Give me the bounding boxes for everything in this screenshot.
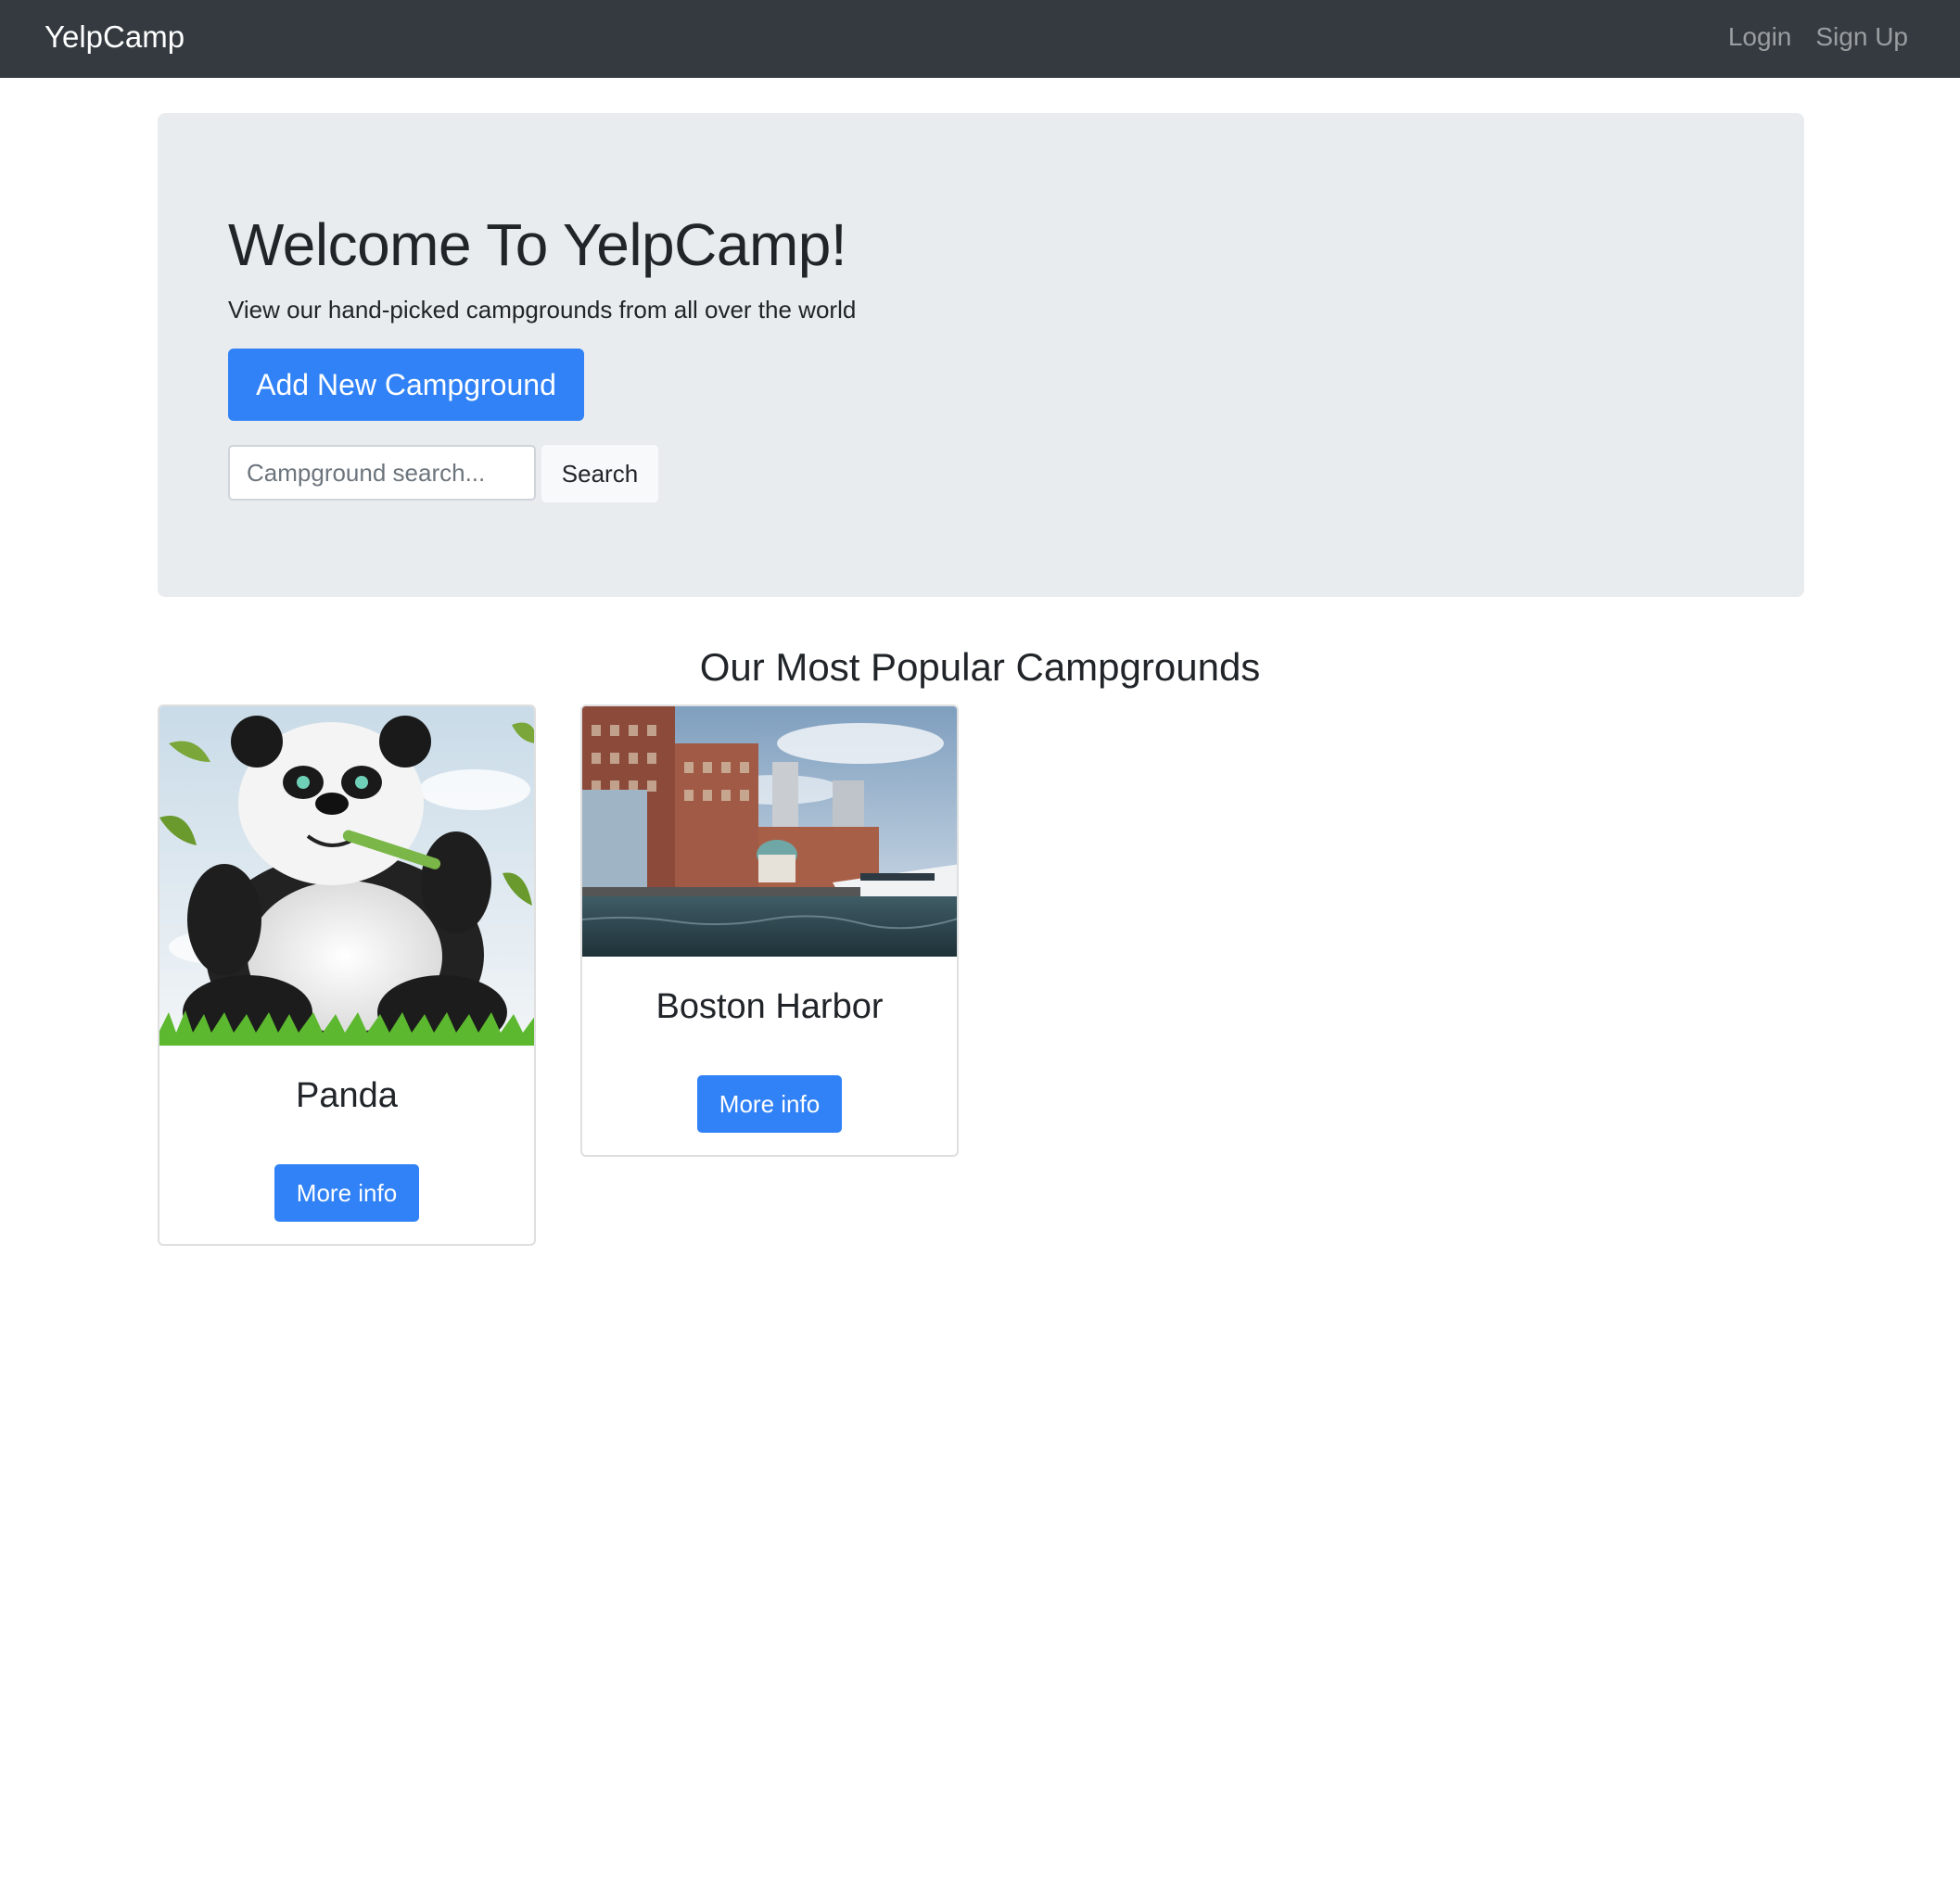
- brand-link[interactable]: YelpCamp: [45, 19, 185, 56]
- campground-search-input[interactable]: [228, 445, 536, 501]
- campground-card: Boston Harbor More info: [580, 704, 959, 1157]
- add-campground-button[interactable]: Add New Campground: [228, 349, 584, 421]
- search-button[interactable]: Search: [541, 445, 658, 502]
- login-link[interactable]: Login: [1728, 19, 1792, 56]
- signup-link[interactable]: Sign Up: [1815, 19, 1908, 56]
- nav-links: Login Sign Up: [1728, 19, 1908, 56]
- more-info-button[interactable]: More info: [274, 1164, 419, 1222]
- section-title: Our Most Popular Campgrounds: [699, 645, 1261, 689]
- card-title: Boston Harbor: [655, 987, 884, 1026]
- more-info-button[interactable]: More info: [697, 1075, 842, 1133]
- navbar: YelpCamp Login Sign Up: [0, 0, 1960, 78]
- page-title: Welcome To YelpCamp!: [228, 211, 847, 278]
- harbor-image: [582, 706, 957, 957]
- page-subtitle: View our hand-picked campgrounds from al…: [228, 296, 857, 324]
- card-title: Panda: [296, 1076, 398, 1115]
- campground-card: Panda More info: [158, 704, 536, 1246]
- jumbotron: Welcome To YelpCamp! View our hand-picke…: [158, 113, 1804, 597]
- panda-image: [159, 706, 534, 1046]
